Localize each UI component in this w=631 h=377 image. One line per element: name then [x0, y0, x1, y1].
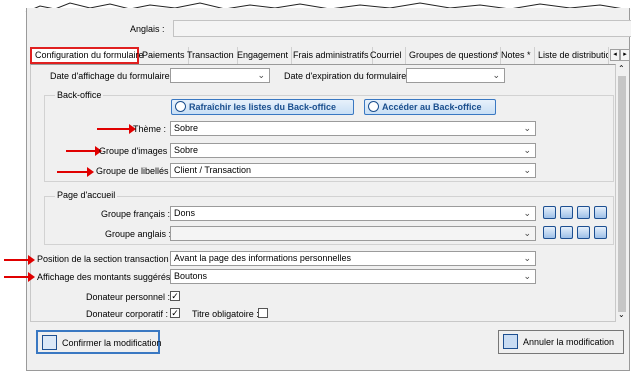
chevron-down-icon: ⌄ — [523, 145, 531, 155]
anglais-input[interactable] — [173, 20, 631, 37]
chevron-down-icon: ⌄ — [523, 228, 531, 238]
date-affichage-select[interactable]: ⌄ — [170, 68, 270, 83]
check-icon: ✓ — [171, 308, 179, 318]
list-icon[interactable] — [543, 226, 556, 239]
date-expiration-label: Date d'expiration du formulaire : — [284, 71, 412, 81]
tab-scroll-right-icon[interactable]: ▸ — [620, 49, 630, 61]
list-icon[interactable] — [543, 206, 556, 219]
settings-icon[interactable] — [594, 226, 607, 239]
groupe-libelles-value: Client / Transaction — [174, 165, 252, 175]
accueil-title: Page d'accueil — [55, 190, 118, 200]
tab-scroll-left-icon[interactable]: ◂ — [610, 49, 620, 61]
date-expiration-select[interactable]: ⌄ — [406, 68, 505, 83]
theme-value: Sobre — [174, 123, 199, 133]
affichage-montants-select[interactable]: Boutons ⌄ — [170, 269, 536, 284]
tab-configuration-formulaire[interactable]: Configuration du formulaire — [30, 47, 144, 64]
groupe-francais-value: Dons — [174, 208, 196, 218]
position-transaction-label: Position de la section transaction : — [37, 254, 174, 264]
vertical-scrollbar[interactable]: ⌃ ⌄ — [616, 64, 628, 322]
titre-obligatoire-label: Titre obligatoire : — [192, 309, 259, 319]
settings-icon[interactable] — [594, 206, 607, 219]
check-icon: ✓ — [171, 291, 179, 301]
position-transaction-select[interactable]: Avant la page des informations personnel… — [170, 251, 536, 266]
check-icon — [42, 335, 57, 350]
chevron-down-icon: ⌄ — [523, 271, 531, 281]
groupe-images-select[interactable]: Sobre ⌄ — [170, 143, 536, 158]
annotation-arrow — [57, 167, 94, 177]
cancel-button-label: Annuler la modification — [523, 337, 615, 347]
scrollbar-thumb[interactable] — [618, 76, 626, 312]
annotation-arrow — [97, 124, 136, 134]
theme-select[interactable]: Sobre ⌄ — [170, 121, 536, 136]
groupe-images-label: Groupe d'images : — [99, 146, 173, 156]
affichage-montants-label: Affichage des montants suggérés : — [37, 272, 176, 282]
open-icon[interactable] — [560, 206, 573, 219]
annotation-arrow — [4, 272, 35, 282]
tab-courriel[interactable]: Courriel — [367, 47, 406, 64]
refresh-backoffice-button[interactable]: Rafraîchir les listes du Back-office — [171, 99, 354, 115]
groupe-images-value: Sobre — [174, 145, 199, 155]
groupe-anglais-select[interactable]: ⌄ — [170, 226, 536, 241]
gear-icon — [368, 101, 379, 112]
groupe-libelles-select[interactable]: Client / Transaction ⌄ — [170, 163, 536, 178]
chevron-down-icon: ⌄ — [523, 123, 531, 133]
access-backoffice-label: Accéder au Back-office — [382, 102, 482, 112]
chevron-down-icon: ⌄ — [523, 253, 531, 263]
confirm-button[interactable]: Confirmer la modification — [36, 330, 162, 354]
tab-notes[interactable]: * Notes * — [492, 47, 535, 64]
tab-paiements[interactable]: Paiements — [139, 47, 189, 64]
tab-transaction[interactable]: Transaction — [184, 47, 238, 64]
date-affichage-label: Date d'affichage du formulaire : — [50, 71, 175, 81]
tab-frais-administratifs[interactable]: Frais administratifs — [290, 47, 373, 64]
chevron-down-icon: ⌄ — [257, 70, 265, 80]
donateur-personnel-checkbox[interactable]: ✓ — [170, 291, 180, 301]
edit-icon[interactable] — [577, 226, 590, 239]
tab-engagement[interactable]: Engagement — [234, 47, 293, 64]
scroll-down-icon[interactable]: ⌄ — [618, 310, 625, 319]
groupe-francais-label: Groupe français : — [101, 209, 171, 219]
groupe-francais-select[interactable]: Dons ⌄ — [170, 206, 536, 221]
backoffice-title: Back-office — [55, 90, 104, 100]
access-backoffice-button[interactable]: Accéder au Back-office — [364, 99, 496, 115]
open-icon[interactable] — [560, 226, 573, 239]
chevron-down-icon: ⌄ — [523, 208, 531, 218]
annotation-arrow — [4, 255, 35, 265]
refresh-backoffice-label: Rafraîchir les listes du Back-office — [189, 102, 337, 112]
position-transaction-value: Avant la page des informations personnel… — [174, 253, 351, 263]
donateur-personnel-label: Donateur personnel : — [86, 292, 171, 302]
groupe-libelles-label: Groupe de libellés : — [96, 166, 174, 176]
tab-liste-distribution[interactable]: Liste de distributio — [535, 47, 609, 64]
affichage-montants-value: Boutons — [174, 271, 208, 281]
theme-label: Thème : — [133, 124, 167, 134]
donateur-corporatif-label: Donateur corporatif : — [86, 309, 169, 319]
chevron-down-icon: ⌄ — [523, 165, 531, 175]
donateur-corporatif-checkbox[interactable]: ✓ — [170, 308, 180, 318]
confirm-button-label: Confirmer la modification — [62, 338, 162, 348]
anglais-row: Anglais : — [26, 18, 631, 40]
edit-icon[interactable] — [577, 206, 590, 219]
refresh-icon — [175, 101, 186, 112]
chevron-down-icon: ⌄ — [492, 70, 500, 80]
scroll-up-icon[interactable]: ⌃ — [618, 64, 625, 73]
titre-obligatoire-checkbox[interactable] — [258, 308, 268, 318]
annotation-arrow — [66, 146, 102, 156]
tab-bar: Configuration du formulaire Paiements Tr… — [30, 47, 630, 64]
anglais-label: Anglais : — [130, 24, 165, 34]
groupe-anglais-label: Groupe anglais : — [105, 229, 172, 239]
close-icon — [503, 334, 518, 349]
cancel-button[interactable]: Annuler la modification — [498, 330, 624, 354]
tab-groupes-questions[interactable]: Groupes de questions — [406, 47, 502, 64]
